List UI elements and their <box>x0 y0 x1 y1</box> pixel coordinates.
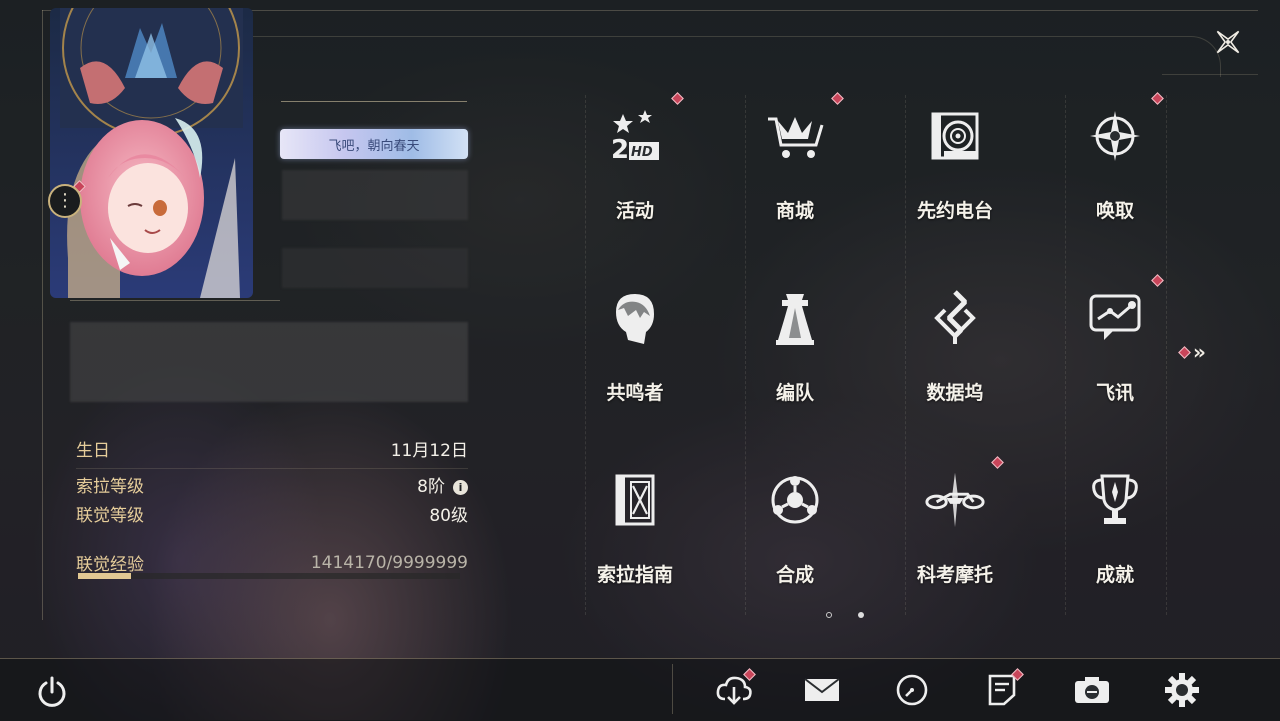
menu-tile-synthesis[interactable]: 合成 <box>740 454 850 594</box>
sola-level-label: 索拉等级 <box>76 477 144 497</box>
notice-button[interactable] <box>980 668 1024 712</box>
avatar-portrait[interactable] <box>50 8 253 298</box>
page-dot-active[interactable] <box>826 612 832 618</box>
menu-tile-radio-pass[interactable]: 先约电台 <box>900 90 1010 230</box>
svg-text:2: 2 <box>611 135 629 164</box>
menu-tile-label: 唤取 <box>1095 200 1134 222</box>
union-exp-value: 1414170/9999999 <box>310 552 468 573</box>
menu-tile-message-chat[interactable]: 飞讯 <box>1060 272 1170 412</box>
info-row-union-level: 联觉等级 80级 <box>76 501 468 526</box>
close-icon <box>1216 30 1240 54</box>
summon-compass-icon <box>1083 104 1147 168</box>
notification-badge <box>671 92 684 105</box>
notification-badge <box>1151 92 1164 105</box>
blurred-name-area <box>282 170 468 220</box>
bottom-divider <box>672 664 673 714</box>
mail-button[interactable] <box>800 668 844 712</box>
radio-pass-icon <box>923 104 987 168</box>
union-exp-label: 联觉经验 <box>76 555 144 575</box>
synthesis-icon <box>763 468 827 532</box>
union-exp-bar <box>78 573 460 579</box>
menu-tile-label: 活动 <box>615 200 654 222</box>
signature-banner[interactable]: 飞吧，朝向春天 <box>280 129 468 159</box>
download-button[interactable] <box>712 668 756 712</box>
menu-tile-team-chess[interactable]: 编队 <box>740 272 850 412</box>
menu-tile-label: 科考摩托 <box>916 564 993 586</box>
data-dock-icon <box>923 286 987 350</box>
menu-tile-resonator-head[interactable]: 共鸣者 <box>580 272 690 412</box>
sola-level-value: 8阶 <box>417 477 445 497</box>
settings-gear-icon <box>1165 673 1199 707</box>
2hd-event-icon: 2 HD <box>603 104 667 168</box>
union-level-label: 联觉等级 <box>76 506 144 526</box>
menu-tile-label: 共鸣者 <box>606 382 664 404</box>
header-line <box>250 36 1160 37</box>
info-icon[interactable]: i <box>453 480 468 495</box>
header-right-line <box>1162 74 1258 75</box>
svg-text:HD: HD <box>631 145 653 160</box>
settings-button[interactable] <box>1160 668 1204 712</box>
menu-tile-label: 数据坞 <box>926 382 984 404</box>
resonator-head-icon <box>603 286 667 350</box>
camera-icon <box>1075 677 1109 703</box>
blurred-id-area <box>282 248 468 288</box>
union-level-value: 80级 <box>429 506 468 526</box>
menu-tile-motorbike[interactable]: 科考摩托 <box>900 454 1010 594</box>
menu-tile-label: 飞讯 <box>1095 382 1134 404</box>
menu-tile-label: 索拉指南 <box>596 564 673 586</box>
menu-tile-shop-cart[interactable]: 商城 <box>740 90 850 230</box>
mail-icon <box>804 678 840 701</box>
motorbike-icon <box>923 468 987 532</box>
notification-badge <box>831 92 844 105</box>
power-icon <box>38 676 66 707</box>
notification-badge <box>991 456 1004 469</box>
info-row-birthday: 生日 11月12日 <box>76 436 468 461</box>
menu-tile-label: 合成 <box>775 564 814 586</box>
menu-tile-guidebook[interactable]: 索拉指南 <box>580 454 690 594</box>
notice-icon <box>988 674 1016 706</box>
camera-button[interactable] <box>1070 668 1114 712</box>
frame-left-line <box>42 10 43 620</box>
guidebook-icon <box>603 468 667 532</box>
shop-cart-icon <box>763 104 827 168</box>
team-chess-icon <box>763 286 827 350</box>
info-row-sola-level: 索拉等级 8阶 i <box>76 472 468 497</box>
birthday-label: 生日 <box>76 441 110 461</box>
menu-tile-label: 先约电台 <box>916 200 993 222</box>
signature-text: 飞吧，朝向春天 <box>328 138 420 154</box>
close-button[interactable] <box>1206 22 1250 62</box>
page-indicator <box>826 612 864 618</box>
portrait-divider <box>70 300 280 301</box>
blurred-bio-area <box>70 322 468 402</box>
menu-tile-label: 编队 <box>775 382 814 404</box>
birthday-value: 11月12日 <box>390 441 468 461</box>
profile-divider <box>281 101 467 102</box>
notification-badge <box>1151 274 1164 287</box>
menu-tile-2hd-event[interactable]: 2 HD 活动 <box>580 90 690 230</box>
profile-options-button[interactable]: ⋮ <box>48 184 82 218</box>
double-chevron-right-icon: » <box>1193 340 1206 364</box>
next-page-badge <box>1178 345 1191 359</box>
more-vertical-icon: ⋮ <box>56 190 74 211</box>
clock-icon <box>896 674 928 706</box>
next-page-button[interactable]: » <box>1178 340 1206 364</box>
info-divider <box>76 468 468 469</box>
menu-tile-label: 成就 <box>1095 564 1134 586</box>
union-exp-fill <box>78 573 132 579</box>
history-button[interactable] <box>890 668 934 712</box>
info-row-union-exp: 联觉经验 1414170/9999999 <box>76 550 468 576</box>
menu-tile-data-dock[interactable]: 数据坞 <box>900 272 1010 412</box>
trophy-icon <box>1083 468 1147 532</box>
menu-tile-summon-compass[interactable]: 唤取 <box>1060 90 1170 230</box>
menu-tile-label: 商城 <box>775 200 814 222</box>
page-dot[interactable] <box>858 612 864 618</box>
menu-tile-trophy[interactable]: 成就 <box>1060 454 1170 594</box>
message-chat-icon <box>1083 286 1147 350</box>
power-button[interactable] <box>30 670 74 714</box>
